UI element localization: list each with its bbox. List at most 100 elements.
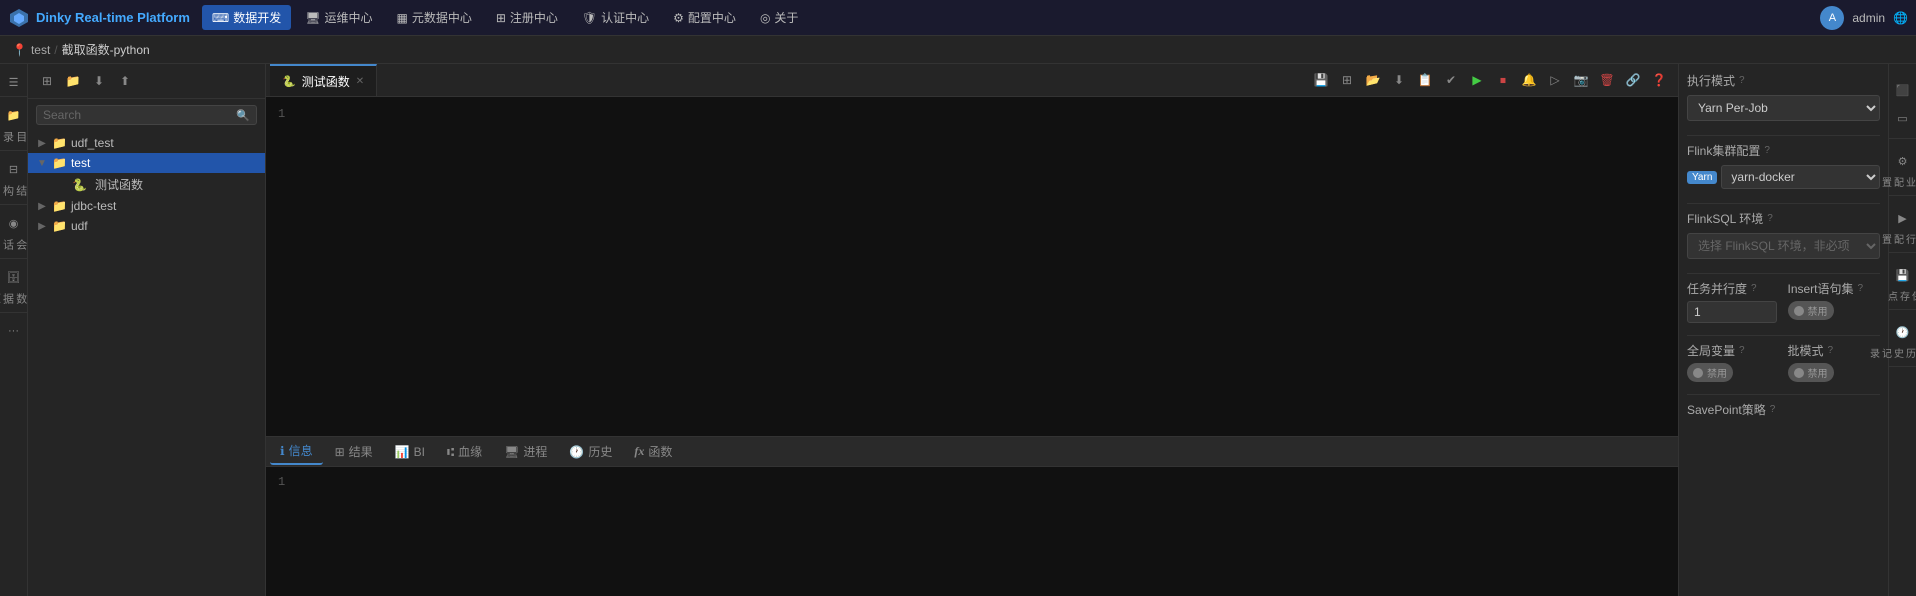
- nav-about[interactable]: ◎ 关于: [750, 5, 809, 30]
- bottom-tab-lineage[interactable]: ⑆ 血缘: [437, 439, 492, 464]
- batch-mode-help-icon[interactable]: ?: [1828, 345, 1834, 356]
- tree-item-test[interactable]: ▼ 📁 test: [28, 153, 265, 173]
- global-var-toggle[interactable]: 禁用: [1687, 363, 1733, 382]
- nav-auth[interactable]: 🛡 认证中心: [572, 5, 659, 30]
- expand-icon: ▼: [36, 158, 48, 169]
- nav-register[interactable]: ⊞ 注册中心: [486, 5, 568, 30]
- sidebar-structure-icon[interactable]: ⊟: [2, 157, 26, 181]
- user-avatar[interactable]: A: [1820, 6, 1844, 30]
- version-history-label: 版本历史记录: [1867, 348, 1916, 358]
- globe-icon[interactable]: 🌐: [1893, 11, 1908, 25]
- batch-mode-toggle[interactable]: 禁用: [1788, 363, 1834, 382]
- flink-cluster-select[interactable]: yarn-docker: [1721, 165, 1880, 189]
- nav-data-dev[interactable]: ⌨ 数据开发: [202, 5, 291, 30]
- savepoint-help-icon[interactable]: ?: [1770, 404, 1776, 415]
- expand-all-button[interactable]: ⊞: [36, 70, 58, 92]
- editor-toolbar: 💾 ⊞ 📂 ⬇ 📋 ✔ ▶ ⏹ 🔔 ▷ 📷 🗑 🔗 ❓: [1302, 65, 1678, 95]
- location-icon: 📍: [12, 43, 27, 57]
- sidebar-menu-icon[interactable]: ☰: [2, 70, 26, 94]
- tree-item-udf-test[interactable]: ▶ 📁 udf_test: [28, 133, 265, 153]
- exec-mode-select[interactable]: Yarn Per-Job Local Standalone Yarn Sessi…: [1687, 95, 1880, 121]
- breadcrumb-item-0[interactable]: test: [31, 43, 50, 57]
- job-config-label: 作业配置: [1879, 177, 1916, 187]
- code-content[interactable]: [297, 105, 1666, 428]
- tree-label: 测试函数: [95, 176, 143, 193]
- left-sidebar-icons: ☰ 📁 目录 ⊟ 结构 ◉ 会话 🗄 目数据源 ···: [0, 64, 28, 596]
- tab-label: 测试函数: [302, 73, 350, 90]
- sidebar-session-icon[interactable]: ◉: [2, 211, 26, 235]
- file-tree: ▶ 📁 udf_test ▼ 📁 test 🐍 测试函数 ▶ 📁 jdbc-te…: [28, 131, 265, 596]
- download-button[interactable]: ⬇: [88, 70, 110, 92]
- bottom-tab-result[interactable]: ⊞ 结果: [325, 439, 383, 464]
- bottom-tab-info[interactable]: ℹ 信息: [270, 438, 323, 465]
- help-button[interactable]: ❓: [1648, 69, 1670, 91]
- nav-ops[interactable]: 🖥 运维中心: [295, 5, 382, 30]
- task-parallel-input[interactable]: [1687, 301, 1777, 323]
- savepoint-button[interactable]: 💾: [1891, 263, 1915, 287]
- right-config-panel: 执行模式 ? Yarn Per-Job Local Standalone Yar…: [1678, 64, 1888, 596]
- monitor-icon: 🖥: [305, 11, 320, 25]
- download-button[interactable]: ⬇: [1388, 69, 1410, 91]
- tree-label: udf: [71, 219, 88, 233]
- open-button[interactable]: 📂: [1362, 69, 1384, 91]
- app-logo[interactable]: Dinky Real-time Platform: [8, 7, 190, 29]
- version-history-button[interactable]: 🕐: [1891, 320, 1915, 344]
- flinksql-env-help-icon[interactable]: ?: [1767, 213, 1773, 224]
- upload-button[interactable]: ⬆: [114, 70, 136, 92]
- shrink-editor-button[interactable]: ▭: [1891, 106, 1915, 130]
- tree-item-jiqu[interactable]: 🐍 测试函数: [28, 173, 265, 196]
- run-button[interactable]: ▶: [1466, 69, 1488, 91]
- flinksql-env-select[interactable]: 选择 FlinkSQL 环境，非必项: [1687, 233, 1880, 259]
- link-button[interactable]: 🔗: [1622, 69, 1644, 91]
- code-editor[interactable]: 1: [266, 97, 1678, 436]
- new-folder-button[interactable]: 📁: [62, 70, 84, 92]
- bottom-tab-progress[interactable]: 🖥 进程: [494, 439, 557, 464]
- deploy-button[interactable]: ▷: [1544, 69, 1566, 91]
- file-icon: 🐍: [282, 75, 296, 88]
- expand-editor-button[interactable]: ⬛: [1891, 78, 1915, 102]
- tree-item-udf[interactable]: ▶ 📁 udf: [28, 216, 265, 236]
- exec-mode-help-icon[interactable]: ?: [1739, 75, 1745, 86]
- folder-icon: 📁: [52, 219, 67, 233]
- search-input[interactable]: [43, 108, 236, 122]
- flink-cluster-row: Yarn yarn-docker: [1687, 165, 1880, 189]
- insert-stmt-toggle[interactable]: 禁用: [1788, 301, 1834, 320]
- save-button[interactable]: 💾: [1310, 69, 1332, 91]
- exec-config-button[interactable]: ▶: [1891, 206, 1915, 230]
- format-button[interactable]: ⊞: [1336, 69, 1358, 91]
- tab-close-button[interactable]: ✕: [356, 76, 364, 87]
- copy-button[interactable]: 📋: [1414, 69, 1436, 91]
- delete-button[interactable]: 🗑: [1596, 69, 1618, 91]
- code-icon: ⌨: [212, 11, 229, 25]
- flink-cluster-help-icon[interactable]: ?: [1764, 145, 1770, 156]
- info-icon: ℹ: [280, 444, 285, 458]
- editor-tab-jiqu[interactable]: 🐍 测试函数 ✕: [270, 64, 377, 96]
- toggle-dot-2: [1693, 368, 1703, 378]
- bottom-tab-functions[interactable]: fx 函数: [624, 439, 682, 464]
- stop-button[interactable]: ⏹: [1492, 69, 1514, 91]
- insert-stmt-help-icon[interactable]: ?: [1858, 283, 1864, 294]
- parallel-insert-row: 任务并行度 ? Insert语句集 ? 禁用: [1687, 280, 1880, 323]
- bottom-tab-history[interactable]: 🕐 历史: [559, 439, 622, 464]
- nav-config[interactable]: ⚙ 配置中心: [663, 5, 746, 30]
- exec-mode-label: 执行模式 ?: [1687, 72, 1880, 89]
- sidebar-filetree-icon[interactable]: 📁: [2, 103, 26, 127]
- bell-button[interactable]: 🔔: [1518, 69, 1540, 91]
- snapshot-button[interactable]: 📷: [1570, 69, 1592, 91]
- sidebar-datasource-icon[interactable]: 🗄: [2, 265, 26, 289]
- job-config-button[interactable]: ⚙: [1891, 149, 1915, 173]
- flink-cluster-label: Flink集群配置 ?: [1687, 142, 1880, 159]
- toggle-dot-3: [1794, 368, 1804, 378]
- check-button[interactable]: ✔: [1440, 69, 1462, 91]
- file-tree-toolbar: ⊞ 📁 ⬇ ⬆: [28, 64, 265, 99]
- divider-2: [1687, 203, 1880, 204]
- global-var-help-icon[interactable]: ?: [1739, 345, 1745, 356]
- nav-meta[interactable]: ▦ 元数据中心: [386, 5, 481, 30]
- sidebar-more-icon[interactable]: ···: [2, 319, 26, 343]
- shield-icon: 🛡: [582, 11, 597, 25]
- tree-label: jdbc-test: [71, 199, 116, 213]
- expand-icon: ▶: [36, 201, 48, 212]
- bottom-tab-bi[interactable]: 📊 BI: [385, 441, 435, 463]
- tree-item-jdbc-test[interactable]: ▶ 📁 jdbc-test: [28, 196, 265, 216]
- task-parallel-help-icon[interactable]: ?: [1751, 283, 1757, 294]
